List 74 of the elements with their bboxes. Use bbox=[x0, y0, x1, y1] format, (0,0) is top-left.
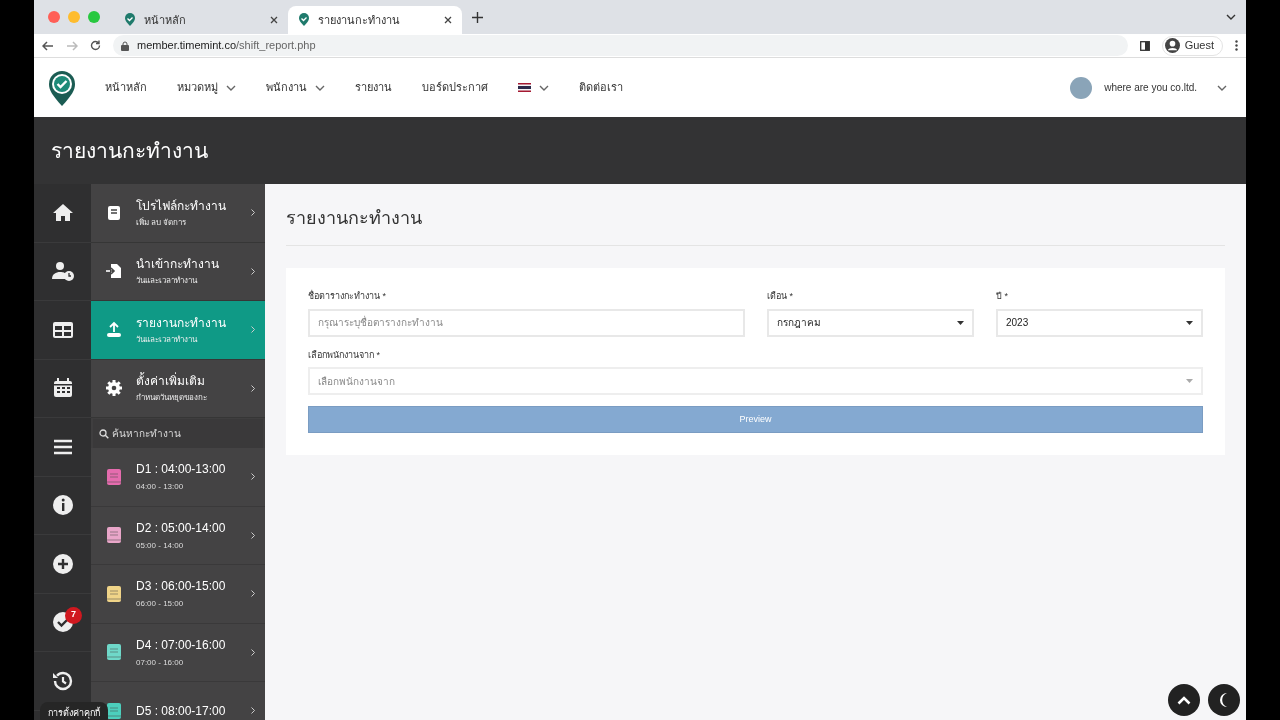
chevron-up-icon bbox=[1177, 695, 1191, 705]
chevron-right-icon bbox=[251, 267, 255, 275]
caret-down-icon bbox=[1186, 379, 1193, 383]
upload-tray-icon bbox=[105, 320, 123, 339]
company-name[interactable]: where are you co.ltd. bbox=[1104, 80, 1197, 95]
shift-item[interactable]: D1 : 04:00-13:00 04:00 - 13:00 bbox=[91, 448, 265, 507]
notification-badge: 7 bbox=[65, 606, 82, 624]
language-selector[interactable] bbox=[518, 83, 549, 92]
field-label: เลือกพนักงานจาก * bbox=[308, 348, 381, 362]
tooltip: การตั้งค่าคุกกี้ bbox=[40, 702, 108, 720]
content-title: รายงานกะทำงาน bbox=[286, 205, 1225, 246]
url-text: member.timemint.co/shift_report.php bbox=[137, 38, 316, 54]
plus-icon[interactable] bbox=[50, 551, 75, 576]
chevron-down-icon bbox=[539, 84, 549, 91]
new-tab-icon[interactable] bbox=[472, 11, 483, 23]
chevron-right-icon bbox=[251, 473, 255, 481]
caret-down-icon bbox=[957, 320, 964, 325]
shift-item[interactable]: D2 : 05:00-14:00 05:00 - 14:00 bbox=[91, 506, 265, 565]
browser-tab[interactable]: หน้าหลัก bbox=[114, 6, 288, 34]
nav-link[interactable]: บอร์ดประกาศ bbox=[422, 79, 488, 96]
close-tab-icon[interactable] bbox=[270, 16, 278, 24]
chevron-down-icon bbox=[1217, 84, 1227, 91]
side-panel-icon[interactable] bbox=[1139, 40, 1150, 51]
chevron-right-icon bbox=[251, 531, 255, 539]
chevron-down-icon bbox=[315, 84, 325, 91]
company-avatar bbox=[1070, 76, 1093, 99]
close-tab-icon[interactable] bbox=[444, 16, 452, 24]
submenu-item[interactable]: รายงานกะทำงาน วันและเวลาทำงาน bbox=[91, 301, 265, 360]
submenu-item[interactable]: ตั้งค่าเพิ่มเติม กำหนดวันหยุดของกะ bbox=[91, 359, 265, 418]
submenu-item[interactable]: นำเข้ากะทำงาน วันและเวลาทำงาน bbox=[91, 242, 265, 301]
lock-icon bbox=[121, 40, 129, 51]
submenu-item[interactable]: โปรไฟล์กะทำงาน เพิ่ม ลบ จัดการ bbox=[91, 184, 265, 243]
month-select[interactable]: กรกฎาคม bbox=[767, 308, 974, 337]
chevron-down-icon bbox=[226, 84, 236, 91]
input-field[interactable]: กรุณาระบุชื่อตารางกะทำงาน bbox=[308, 308, 745, 337]
back-arrow-icon[interactable] bbox=[42, 40, 54, 51]
person-icon bbox=[1164, 38, 1180, 53]
import-file-icon bbox=[105, 262, 123, 281]
field-label: เดือน * bbox=[767, 290, 794, 303]
user-clock-icon[interactable] bbox=[50, 259, 75, 284]
nav-link[interactable]: หมวดหมู่ bbox=[177, 79, 236, 96]
nav-link[interactable]: ติดต่อเรา bbox=[579, 79, 623, 96]
thai-flag-icon bbox=[518, 83, 531, 92]
shift-item[interactable]: D3 : 06:00-15:00 06:00 - 15:00 bbox=[91, 565, 265, 624]
nav-link[interactable]: รายงาน bbox=[355, 79, 392, 96]
check-pin-icon bbox=[298, 13, 310, 27]
field-label: ชื่อตารางกะทำงาน * bbox=[308, 290, 387, 303]
chevron-down-icon[interactable] bbox=[1226, 14, 1236, 20]
employee-select[interactable]: เลือกพนักงานจาก bbox=[308, 367, 1203, 395]
logo-icon[interactable] bbox=[47, 68, 77, 107]
chevron-right-icon bbox=[251, 326, 255, 334]
field-label: ปี * bbox=[996, 290, 1009, 303]
chevron-right-icon bbox=[251, 707, 255, 715]
check-pin-icon bbox=[124, 13, 136, 27]
dark-mode-button[interactable] bbox=[1208, 684, 1240, 716]
nav-link[interactable]: หน้าหลัก bbox=[105, 79, 147, 96]
address-bar[interactable]: member.timemint.co/shift_report.php bbox=[113, 35, 1128, 56]
caret-down-icon bbox=[1186, 320, 1193, 325]
year-select[interactable]: 2023 bbox=[996, 308, 1203, 337]
reload-icon[interactable] bbox=[90, 40, 101, 51]
book-icon bbox=[105, 203, 123, 222]
scroll-top-button[interactable] bbox=[1168, 684, 1200, 716]
gear-icon bbox=[105, 379, 123, 398]
shift-item[interactable]: D4 : 07:00-16:00 07:00 - 16:00 bbox=[91, 623, 265, 682]
browser-tab[interactable]: รายงานกะทำงาน bbox=[288, 6, 462, 34]
chevron-right-icon bbox=[251, 384, 255, 392]
chevron-right-icon bbox=[251, 590, 255, 598]
page-header-title: รายงานกะทำงาน bbox=[51, 137, 208, 164]
nav-link[interactable]: พนักงาน bbox=[266, 79, 325, 96]
more-options-icon[interactable] bbox=[1235, 40, 1238, 51]
search-field[interactable]: ค้นหากะทำงาน bbox=[93, 419, 263, 448]
chevron-right-icon bbox=[251, 648, 255, 656]
chevron-right-icon bbox=[251, 209, 255, 217]
info-icon[interactable] bbox=[50, 493, 75, 518]
